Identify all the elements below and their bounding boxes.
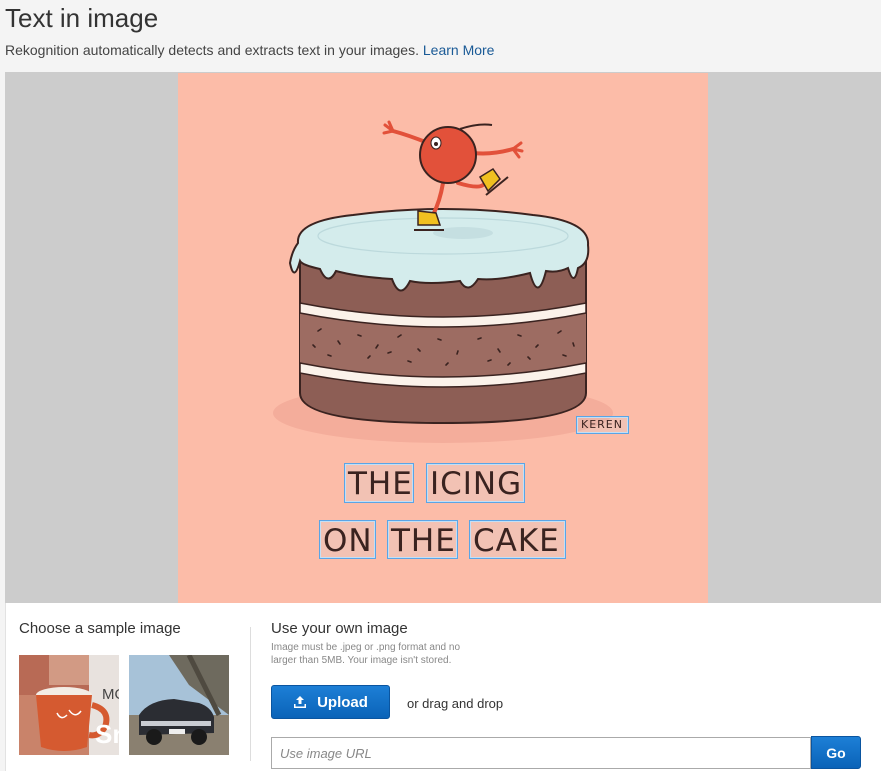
- sample-thumb-car[interactable]: [129, 655, 229, 755]
- section-divider: [250, 627, 251, 761]
- upload-icon: [294, 696, 307, 708]
- analyzed-image: KEREN THE ICING ON THE CAKE: [178, 73, 708, 603]
- image-url-input[interactable]: [271, 737, 811, 769]
- word-keren: KEREN: [581, 418, 623, 431]
- car-image: [129, 655, 229, 755]
- upload-label: Upload: [317, 693, 368, 711]
- word-the-1: THE: [348, 466, 413, 502]
- subtitle-text: Rekognition automatically detects and ex…: [5, 42, 419, 58]
- sample-section-label: Choose a sample image: [19, 620, 181, 637]
- word-on: ON: [323, 523, 373, 559]
- page-title: Text in image: [5, 3, 159, 33]
- bbox-the-1: THE: [344, 463, 414, 503]
- image-viewer: KEREN THE ICING ON THE CAKE: [5, 72, 881, 603]
- word-the-2: THE: [391, 523, 456, 559]
- bbox-icing: ICING: [426, 463, 525, 503]
- word-cake: CAKE: [473, 523, 560, 559]
- bbox-cake: CAKE: [469, 520, 566, 559]
- word-icing: ICING: [430, 466, 523, 502]
- mug-text-mo: MO: [102, 686, 119, 703]
- upload-hint: Image must be .jpeg or .png format and n…: [271, 642, 460, 666]
- controls-panel: Choose a sample image MO Sn: [5, 603, 881, 771]
- page-subtitle: Rekognition automatically detects and ex…: [5, 41, 494, 59]
- own-image-label: Use your own image: [271, 620, 408, 637]
- bbox-keren: KEREN: [576, 416, 629, 434]
- go-button[interactable]: Go: [811, 736, 861, 769]
- bbox-the-2: THE: [387, 520, 458, 559]
- drag-drop-text: or drag and drop: [407, 696, 504, 711]
- mug-text-sn: Sn: [95, 719, 119, 749]
- upload-button[interactable]: Upload: [271, 685, 390, 719]
- learn-more-link[interactable]: Learn More: [423, 42, 495, 58]
- bbox-on: ON: [319, 520, 376, 559]
- sample-thumb-mug[interactable]: MO Sn: [19, 655, 119, 755]
